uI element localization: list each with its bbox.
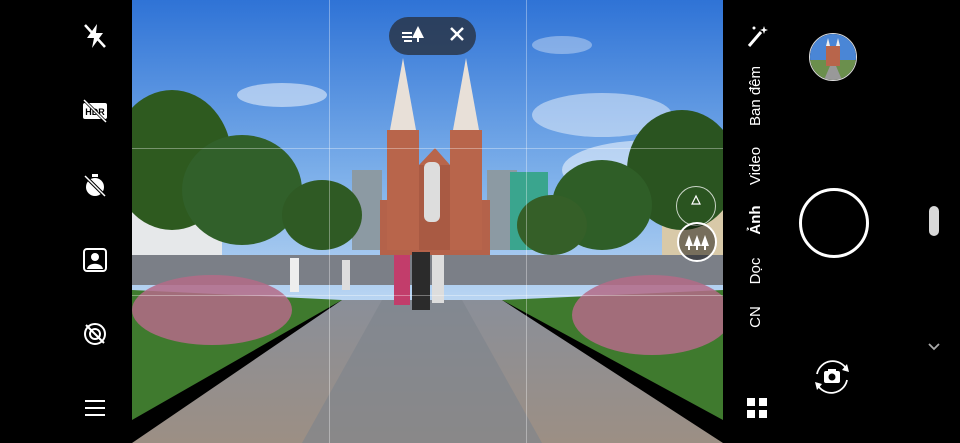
shutter-button[interactable] (799, 188, 869, 258)
viewfinder[interactable] (132, 0, 723, 443)
left-toolbar: HDR (0, 0, 132, 443)
filter-off-icon[interactable] (79, 318, 111, 350)
timer-off-icon[interactable] (79, 169, 111, 201)
close-icon[interactable] (449, 26, 465, 47)
mode-pro[interactable]: CN (747, 277, 765, 357)
gallery-thumbnail[interactable] (809, 33, 857, 81)
right-control-panel: Ban đêm Video Ảnh Dọc CN (723, 0, 960, 443)
portrait-icon[interactable] (79, 244, 111, 276)
grid-line (526, 0, 527, 443)
magic-wand-icon[interactable] (743, 22, 771, 50)
camera-preview-image (132, 0, 723, 443)
flash-off-icon[interactable] (79, 20, 111, 52)
switch-camera-icon[interactable] (809, 354, 855, 400)
grid-apps-icon[interactable] (743, 394, 771, 422)
lens-option-ring[interactable] (676, 186, 716, 226)
hdr-off-icon[interactable]: HDR (79, 95, 111, 127)
menu-icon[interactable] (79, 392, 111, 424)
wide-angle-icon[interactable] (400, 24, 428, 49)
grid-line (132, 295, 723, 296)
wide-angle-pill (389, 17, 476, 55)
wide-angle-trees-icon[interactable] (677, 222, 717, 262)
mode-night[interactable]: Ban đêm (747, 56, 765, 136)
grid-line (329, 0, 330, 443)
drawer-handle[interactable] (929, 206, 939, 236)
chevron-down-icon[interactable] (925, 338, 943, 356)
grid-line (132, 148, 723, 149)
